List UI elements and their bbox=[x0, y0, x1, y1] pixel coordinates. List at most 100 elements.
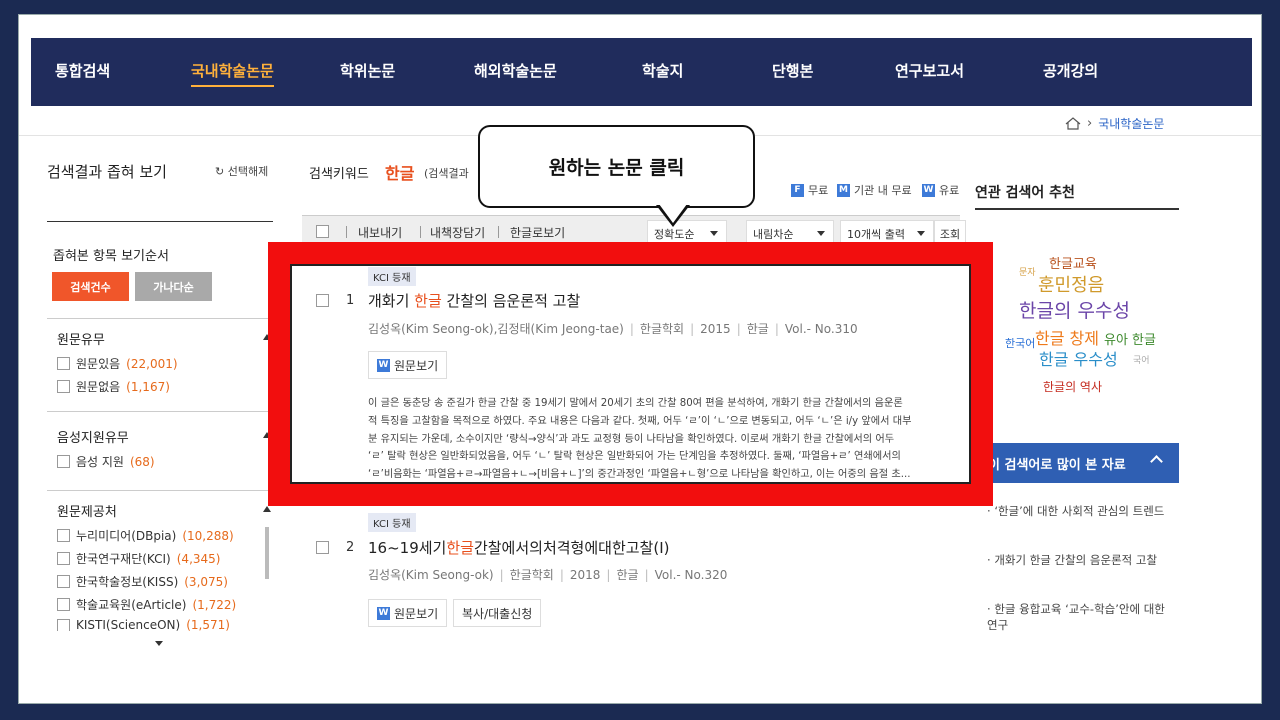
result-meta: 김성옥(Kim Seong-ok),김정태(Kim Jeong-tae) | 한글학… bbox=[368, 322, 858, 336]
collapse-icon[interactable] bbox=[263, 506, 271, 512]
abstract-line: ‘ㄹ’ 탈락 현상은 일반화되었음을, 어두 ‘ㄴ’ 탈락 현상은 일반화되어 … bbox=[368, 451, 901, 463]
title-text: 개화기 bbox=[368, 292, 415, 310]
per-page-select[interactable]: 10개씩 출력 bbox=[840, 220, 934, 244]
collapse-icon[interactable] bbox=[263, 432, 271, 438]
facet-count: (4,345) bbox=[176, 551, 221, 566]
add-to-shelf-button[interactable]: 내책장담기 bbox=[430, 224, 485, 241]
facet-label: 원문있음 bbox=[76, 357, 121, 371]
result-checkbox[interactable] bbox=[316, 541, 329, 554]
journal[interactable]: 한글 bbox=[616, 568, 638, 582]
abstract-line: 적 특징을 고찰함을 목적으로 하였다. 주요 내용은 다음과 같다. 첫째, … bbox=[368, 415, 912, 427]
free-badge-icon: F bbox=[791, 183, 804, 197]
facet-item[interactable]: KISTI(ScienceON) (1,571) bbox=[57, 619, 230, 631]
most-viewed-header[interactable]: 이 검색어로 많이 본 자료 bbox=[986, 443, 1179, 483]
related-keywords-title: 연관 검색어 추천 bbox=[975, 185, 1075, 201]
facet-item[interactable]: 한국연구재단(KCI) (4,345) bbox=[57, 550, 220, 567]
sort-value: 정확도순 bbox=[654, 228, 695, 241]
expand-down-icon[interactable] bbox=[155, 641, 163, 646]
browser-frame: 통합검색 국내학술논문 학위논문 해외학술논문 학술지 단행본 연구보고서 공개… bbox=[18, 14, 1262, 704]
facet-label: KISTI(ScienceON) bbox=[76, 619, 181, 631]
separator bbox=[498, 226, 499, 238]
checkbox[interactable] bbox=[57, 619, 70, 631]
cloud-keyword[interactable]: 한글의 역사 bbox=[1043, 378, 1102, 395]
most-viewed-item[interactable]: · ‘한글’에 대한 사회적 관심의 트렌드 bbox=[987, 503, 1167, 519]
view-fulltext-button[interactable]: W 원문보기 bbox=[368, 599, 448, 627]
facet-scrollbar[interactable] bbox=[265, 527, 269, 579]
result-count-note: (검색결과 bbox=[424, 167, 469, 180]
order-select[interactable]: 내림차순 bbox=[746, 220, 834, 244]
result-checkbox[interactable] bbox=[316, 294, 329, 307]
reset-selection-button[interactable]: ↻ 선택해제 bbox=[215, 163, 268, 179]
breadcrumb-current[interactable]: 국내학술논문 bbox=[1098, 115, 1164, 132]
nav-research-reports[interactable]: 연구보고서 bbox=[895, 60, 964, 81]
publisher[interactable]: 한글학회 bbox=[640, 322, 684, 336]
facet-label: 한국연구재단(KCI) bbox=[76, 552, 171, 566]
apply-button[interactable]: 조회 bbox=[934, 220, 966, 244]
journal[interactable]: 한글 bbox=[747, 322, 769, 336]
facet-item[interactable]: 원문없음 (1,167) bbox=[57, 378, 170, 395]
facet-item[interactable]: 원문있음 (22,001) bbox=[57, 355, 178, 372]
cloud-keyword[interactable]: 한국어 bbox=[1005, 335, 1035, 351]
facet-item[interactable]: 음성 지원 (68) bbox=[57, 453, 155, 470]
checkbox[interactable] bbox=[57, 380, 70, 393]
cloud-keyword[interactable]: 한글의 우수성 bbox=[1019, 296, 1130, 323]
collapse-icon[interactable] bbox=[263, 334, 271, 340]
facet-label: 원문없음 bbox=[76, 380, 121, 394]
top-navigation: 통합검색 국내학술논문 학위논문 해외학술논문 학술지 단행본 연구보고서 공개… bbox=[31, 38, 1252, 106]
sort-by-count-button[interactable]: 검색건수 bbox=[52, 272, 129, 301]
checkbox[interactable] bbox=[57, 598, 70, 611]
checkbox[interactable] bbox=[57, 357, 70, 370]
most-viewed-item[interactable]: · 개화기 한글 간찰의 음운론적 고찰 bbox=[987, 552, 1167, 568]
cloud-keyword[interactable]: 문자 bbox=[1019, 265, 1036, 278]
chevron-up-icon[interactable] bbox=[1150, 455, 1163, 468]
facet-item[interactable]: 누리미디어(DBpia) (10,288) bbox=[57, 527, 234, 544]
cloud-keyword[interactable]: 한글 우수성 bbox=[1039, 346, 1118, 370]
checkbox[interactable] bbox=[57, 552, 70, 565]
abstract-line: 분 유지되는 가운데, 소수이지만 ‘량식→양식’과 과도 교정형 등이 나타남… bbox=[368, 433, 895, 445]
cloud-keyword[interactable]: 한글교육 bbox=[1049, 253, 1097, 272]
checkbox[interactable] bbox=[57, 575, 70, 588]
publisher[interactable]: 한글학회 bbox=[510, 568, 554, 582]
sort-alphabetical-button[interactable]: 가나다순 bbox=[135, 272, 212, 301]
result-toolbar: 내보내기 내책장담기 한글로보기 정확도순 내림차순 10개씩 출력 조회 bbox=[302, 215, 966, 247]
facet-item[interactable]: 학술교육원(eArticle) (1,722) bbox=[57, 596, 236, 613]
most-viewed-link[interactable]: ‘한글’에 대한 사회적 관심의 트렌드 bbox=[994, 504, 1164, 518]
authors[interactable]: 김성옥(Kim Seong-ok) bbox=[368, 568, 494, 582]
facet-title-fulltext[interactable]: 원문유무 bbox=[57, 329, 105, 348]
checkbox[interactable] bbox=[57, 529, 70, 542]
facet-count: (1,722) bbox=[192, 597, 237, 612]
result-title-link[interactable]: 16~19세기한글간찰에서의처격형에대한고찰(Ⅰ) bbox=[368, 537, 669, 558]
nav-open-lectures[interactable]: 공개강의 bbox=[1043, 60, 1098, 81]
most-viewed-link[interactable]: 한글 융합교육 ‘교수-학습’안에 대한 연구 bbox=[987, 602, 1165, 632]
button-label: 원문보기 bbox=[394, 358, 439, 373]
select-all-checkbox[interactable] bbox=[316, 225, 329, 238]
sidebar-title: 검색결과 좁혀 보기 bbox=[47, 163, 167, 181]
authors[interactable]: 김성옥(Kim Seong-ok),김정태(Kim Jeong-tae) bbox=[368, 322, 624, 336]
view-fulltext-button[interactable]: W 원문보기 bbox=[368, 351, 448, 379]
nav-domestic-papers[interactable]: 국내학술논문 bbox=[191, 60, 274, 87]
facet-title-audio[interactable]: 음성지원유무 bbox=[57, 427, 129, 446]
copy-loan-request-button[interactable]: 복사/대출신청 bbox=[453, 599, 542, 627]
home-icon[interactable] bbox=[1065, 117, 1081, 130]
checkbox[interactable] bbox=[57, 455, 70, 468]
nav-journals[interactable]: 학술지 bbox=[642, 60, 683, 81]
nav-books[interactable]: 단행본 bbox=[772, 60, 813, 81]
cloud-keyword[interactable]: 훈민정음 bbox=[1038, 271, 1104, 297]
most-viewed-item[interactable]: · 한글 융합교육 ‘교수-학습’안에 대한 연구 bbox=[987, 601, 1167, 633]
facet-title-provider[interactable]: 원문제공처 bbox=[57, 501, 117, 520]
facet-count: (68) bbox=[129, 454, 155, 469]
nav-dissertations[interactable]: 학위논문 bbox=[340, 60, 395, 81]
most-viewed-link[interactable]: 개화기 한글 간찰의 음운론적 고찰 bbox=[994, 553, 1157, 567]
breadcrumb: › 국내학술논문 bbox=[1065, 115, 1164, 132]
nav-foreign-papers[interactable]: 해외학술논문 bbox=[474, 60, 557, 81]
export-button[interactable]: 내보내기 bbox=[358, 224, 402, 241]
result-title-link[interactable]: 개화기 한글 간찰의 음운론적 고찰 bbox=[368, 290, 580, 311]
related-divider bbox=[975, 208, 1179, 210]
facet-item[interactable]: 한국학술정보(KISS) (3,075) bbox=[57, 573, 228, 590]
facet-count: (22,001) bbox=[126, 356, 178, 371]
cloud-keyword[interactable]: 국어 bbox=[1133, 353, 1150, 366]
facet-label: 누리미디어(DBpia) bbox=[76, 529, 177, 543]
nav-integrated-search[interactable]: 통합검색 bbox=[55, 60, 110, 81]
view-in-korean-button[interactable]: 한글로보기 bbox=[510, 224, 565, 241]
legend-label: 기관 내 무료 bbox=[854, 184, 912, 197]
